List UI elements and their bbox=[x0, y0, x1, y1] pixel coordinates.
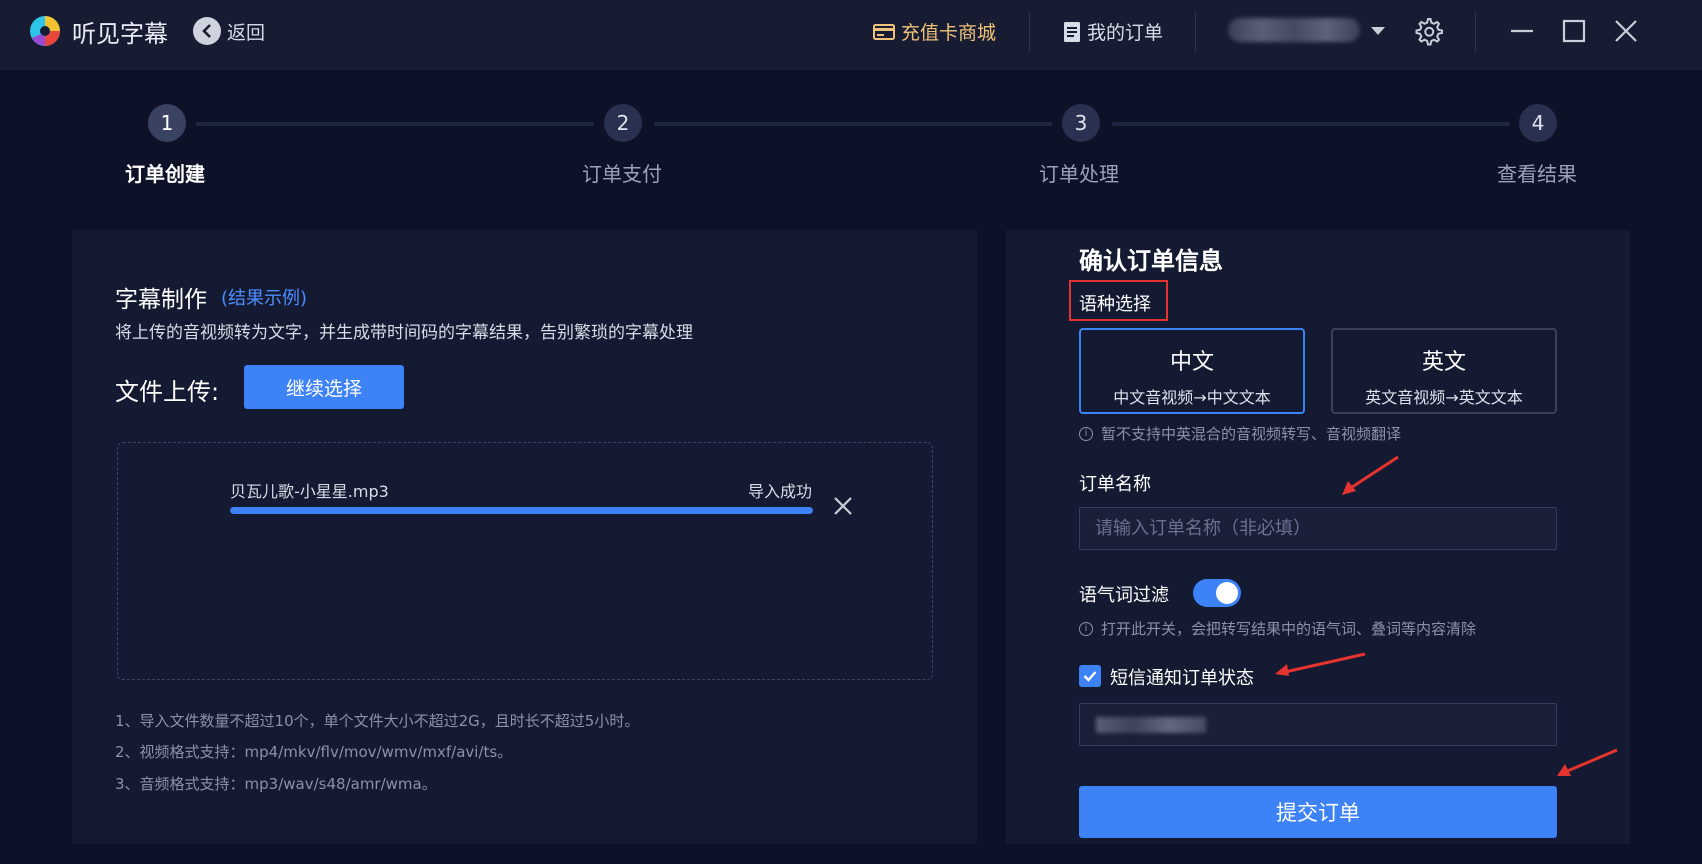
language-select-label: 语种选择 bbox=[1079, 294, 1151, 315]
orders-label: 我的订单 bbox=[1087, 22, 1164, 44]
annotation-arrow-icon bbox=[1342, 455, 1399, 495]
back-arrow-icon bbox=[193, 17, 221, 45]
continue-select-button[interactable]: 继续选择 bbox=[244, 365, 404, 409]
chevron-down-icon[interactable] bbox=[1371, 27, 1385, 35]
step-4-label: 查看结果 bbox=[1497, 162, 1577, 186]
phone-number-input[interactable] bbox=[1079, 703, 1557, 746]
upload-status: 导入成功 bbox=[748, 482, 813, 501]
annotation-arrow-icon bbox=[1275, 652, 1366, 676]
language-name: 英文 bbox=[1421, 350, 1466, 375]
note-item: 1、导入文件数量不超过10个，单个文件大小不超过2G，且时长不超过5小时。 bbox=[115, 712, 640, 730]
step-connector bbox=[196, 122, 594, 126]
note-item: 2、视频格式支持：mp4/mkv/flv/mov/wmv/mxf/avi/ts。 bbox=[115, 743, 513, 761]
step-2-circle: 2 bbox=[604, 104, 642, 142]
language-option-english[interactable]: 英文 英文音视频→英文文本 bbox=[1331, 328, 1557, 414]
maximize-icon[interactable] bbox=[1561, 18, 1587, 44]
divider bbox=[1475, 12, 1476, 52]
order-name-label: 订单名称 bbox=[1079, 474, 1151, 495]
info-icon: i bbox=[1079, 426, 1093, 441]
app-logo-icon bbox=[30, 16, 60, 46]
document-icon bbox=[1064, 21, 1080, 42]
step-3-circle: 3 bbox=[1062, 104, 1100, 142]
toggle-knob bbox=[1216, 582, 1238, 604]
result-example-link[interactable]: (结果示例) bbox=[221, 284, 307, 310]
app-title: 听见字幕 bbox=[72, 20, 168, 48]
note-item: 3、音频格式支持：mp3/wav/s48/amr/wma。 bbox=[115, 775, 437, 793]
step-4-circle: 4 bbox=[1519, 104, 1557, 142]
divider bbox=[1029, 12, 1030, 52]
filler-word-filter-toggle[interactable] bbox=[1193, 579, 1241, 607]
language-hint: i 暂不支持中英混合的音视频转写、音视频翻译 bbox=[1079, 423, 1401, 444]
recharge-card-store-link[interactable]: 充值卡商城 bbox=[873, 18, 996, 45]
submit-order-button[interactable]: 提交订单 bbox=[1079, 786, 1557, 838]
step-connector bbox=[1112, 122, 1510, 126]
sms-notify-label[interactable]: 短信通知订单状态 bbox=[1110, 664, 1254, 690]
minimize-icon[interactable] bbox=[1509, 18, 1535, 44]
step-2-label: 订单支付 bbox=[582, 162, 662, 186]
language-hint-text: 暂不支持中英混合的音视频转写、音视频翻译 bbox=[1101, 425, 1402, 443]
language-desc: 英文音视频→英文文本 bbox=[1365, 388, 1523, 407]
upload-progress-fill bbox=[230, 507, 813, 514]
upload-progress-bar bbox=[230, 507, 813, 514]
filler-word-filter-label: 语气词过滤 bbox=[1079, 585, 1169, 606]
order-name-input[interactable] bbox=[1079, 507, 1557, 550]
language-option-chinese[interactable]: 中文 中文音视频→中文文本 bbox=[1079, 328, 1305, 414]
language-desc: 中文音视频→中文文本 bbox=[1113, 388, 1271, 407]
section-title: 字幕制作 bbox=[115, 287, 207, 313]
file-upload-label: 文件上传: bbox=[115, 378, 220, 406]
step-3-label: 订单处理 bbox=[1039, 162, 1119, 186]
card-icon bbox=[873, 23, 895, 40]
info-icon: i bbox=[1079, 621, 1093, 636]
phone-number-blurred bbox=[1096, 717, 1206, 733]
uploaded-file-name: 贝瓦儿歌-小星星.mp3 bbox=[230, 482, 389, 501]
filter-hint-text: 打开此开关，会把转写结果中的语气词、叠词等内容清除 bbox=[1101, 620, 1477, 638]
step-1-circle: 1 bbox=[148, 104, 186, 142]
language-name: 中文 bbox=[1169, 350, 1214, 375]
section-description: 将上传的音视频转为文字，并生成带时间码的字幕结果，告别繁琐的字幕处理 bbox=[115, 323, 693, 343]
divider bbox=[1195, 12, 1196, 52]
gear-icon[interactable] bbox=[1413, 16, 1443, 46]
user-account-name-blurred[interactable] bbox=[1228, 18, 1360, 42]
close-icon[interactable] bbox=[1613, 18, 1639, 44]
my-orders-link[interactable]: 我的订单 bbox=[1063, 18, 1163, 45]
annotation-arrow-icon bbox=[1557, 748, 1618, 776]
back-button[interactable]: 返回 bbox=[193, 16, 265, 46]
confirm-order-title: 确认订单信息 bbox=[1079, 247, 1223, 275]
step-1-label: 订单创建 bbox=[125, 162, 205, 186]
recharge-label: 充值卡商城 bbox=[901, 22, 997, 44]
back-label: 返回 bbox=[227, 21, 266, 44]
checkmark-icon bbox=[1083, 671, 1097, 682]
remove-file-icon[interactable] bbox=[832, 495, 854, 517]
title-bar: 听见字幕 返回 充值卡商城 我的订单 bbox=[0, 0, 1702, 70]
step-connector bbox=[654, 122, 1052, 126]
sms-notify-checkbox[interactable] bbox=[1079, 665, 1101, 687]
filter-hint: i 打开此开关，会把转写结果中的语气词、叠词等内容清除 bbox=[1079, 618, 1476, 639]
